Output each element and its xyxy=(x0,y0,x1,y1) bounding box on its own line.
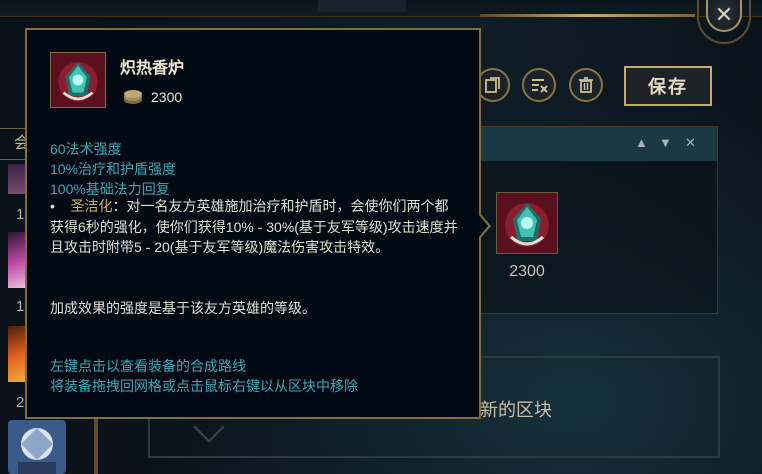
header-rail xyxy=(480,14,695,17)
passive-bullet: • xyxy=(50,198,55,214)
duplicate-block-button[interactable] xyxy=(476,68,510,102)
left-item-count: 2 xyxy=(16,394,25,411)
passive-description: ：对一名友方英雄施加治疗和护盾时，会使你们两个都获得6秒的强化，使你们获得10%… xyxy=(50,198,458,255)
block-item-slot[interactable] xyxy=(496,192,558,254)
censer-item-icon xyxy=(51,53,105,107)
clear-block-button[interactable] xyxy=(522,68,556,102)
tooltip-note: 加成效果的强度是基于该友方英雄的等级。 xyxy=(50,300,316,316)
tooltip-item-name: 炽热香炉 xyxy=(120,60,185,77)
tooltip-arrow-inner xyxy=(479,215,488,237)
champion-portrait-icon xyxy=(8,420,66,474)
move-up-button[interactable]: ▲ xyxy=(635,135,648,150)
passive-name: 圣洁化 xyxy=(70,198,113,214)
clear-block-icon xyxy=(532,79,548,93)
left-item-icon[interactable] xyxy=(8,420,66,474)
tooltip-item-cost: 2300 xyxy=(151,89,183,105)
left-item-count: 1 xyxy=(16,206,25,223)
top-frame-notch xyxy=(318,0,406,12)
duplicate-block-icon xyxy=(485,77,500,93)
censer-item-icon xyxy=(497,193,557,253)
trash-icon xyxy=(579,77,593,93)
save-button[interactable]: 保存 xyxy=(624,66,712,106)
block-item-cost: 2300 xyxy=(509,263,545,280)
close-icon: ✕ xyxy=(714,2,734,27)
tooltip-hint: 左键点击以查看装备的合成路线 xyxy=(50,358,246,374)
new-block-label: 新的区块 xyxy=(480,400,552,420)
delete-block-button[interactable] xyxy=(569,68,603,102)
tooltip-item-icon xyxy=(50,52,106,108)
tooltip-stat: 10%治疗和护盾强度 xyxy=(50,161,177,177)
remove-block-button[interactable]: ✕ xyxy=(685,135,696,151)
item-block-header[interactable]: ▲ ▼ ✕ xyxy=(475,127,717,161)
gold-coin-icon xyxy=(124,90,142,104)
tooltip-stat: 60法术强度 xyxy=(50,141,122,157)
move-down-button[interactable]: ▼ xyxy=(659,135,672,150)
left-item-count: 1 xyxy=(16,298,25,315)
tooltip-passive: • 圣洁化：对一名友方英雄施加治疗和护盾时，会使你们两个都获得6秒的强化，使你们… xyxy=(50,196,462,258)
tooltip-hint: 将装备拖拽回网格或点击鼠标右键以从区块中移除 xyxy=(50,378,358,394)
